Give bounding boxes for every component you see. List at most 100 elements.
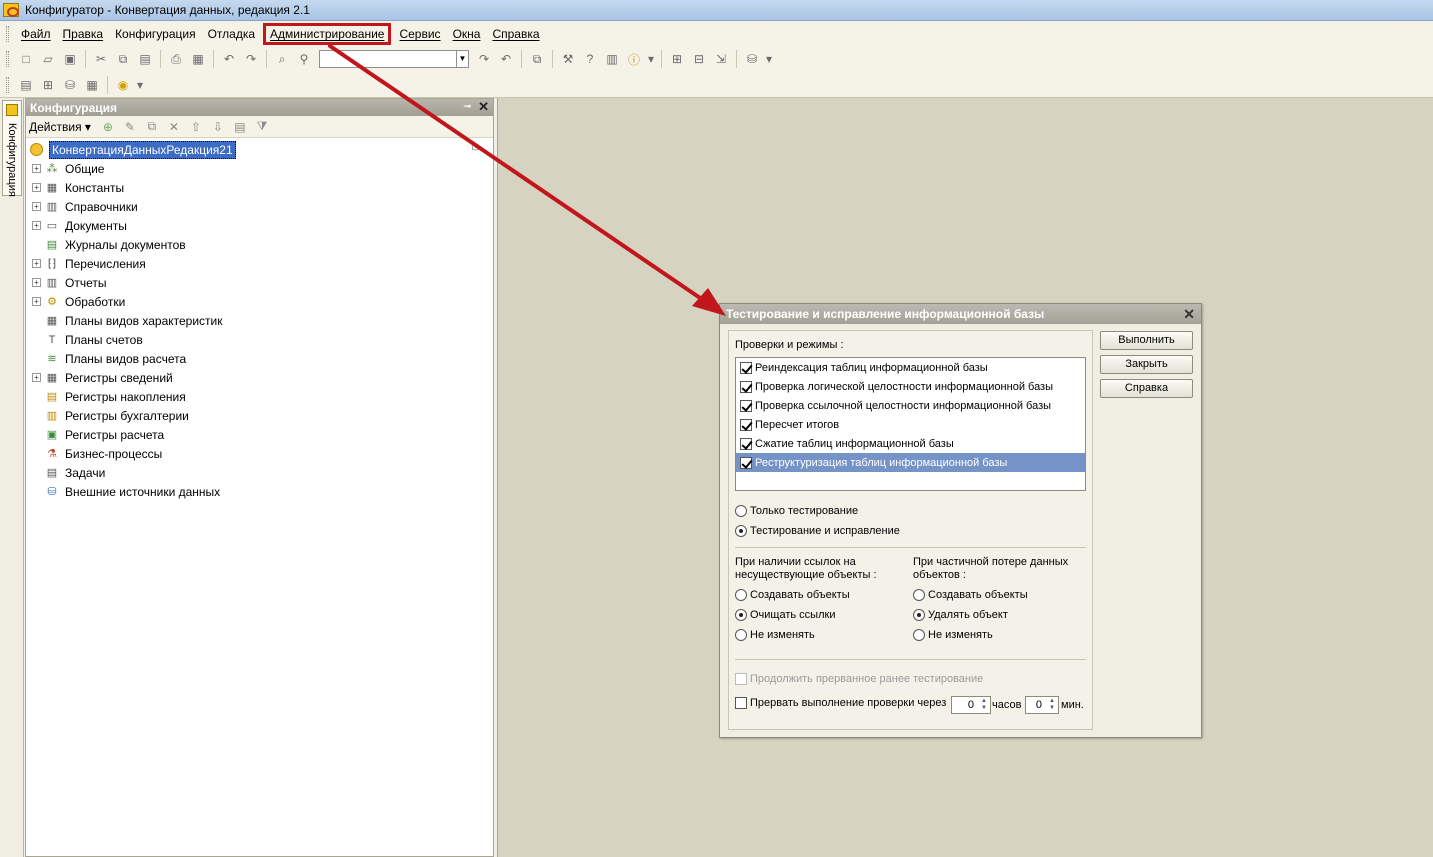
check-compress[interactable]: Сжатие таблиц информационной базы	[736, 434, 1085, 453]
checkbox[interactable]	[735, 697, 747, 709]
compare-icon[interactable]: ⊞	[668, 50, 686, 68]
radio-button[interactable]	[913, 609, 925, 621]
delete-icon[interactable]: ✕	[166, 119, 182, 135]
run-button[interactable]: Выполнить	[1100, 331, 1193, 350]
radio-button[interactable]	[735, 589, 747, 601]
tree-item-enums[interactable]: + ⁅⁆ Перечисления	[26, 254, 493, 273]
dropdown-arrow-icon[interactable]: ▾	[136, 76, 144, 94]
merge-icon[interactable]: ⊟	[690, 50, 708, 68]
paste-icon[interactable]: ▤	[136, 50, 154, 68]
menu-edit[interactable]: Правка	[57, 24, 110, 44]
find-next-icon[interactable]: ↷	[475, 50, 493, 68]
check-ref-integrity[interactable]: Проверка ссылочной целостности информаци…	[736, 396, 1085, 415]
dropdown-arrow-icon[interactable]: ▾	[765, 50, 773, 68]
expand-icon[interactable]: +	[32, 373, 41, 382]
copy-icon[interactable]: ⧉	[114, 50, 132, 68]
open-config-icon[interactable]: ▤	[17, 76, 35, 94]
check-restructure[interactable]: Реструктуризация таблиц информационной б…	[736, 453, 1085, 472]
tree-item-calc-types[interactable]: ≋ Планы видов расчета	[26, 349, 493, 368]
tree-item-business-processes[interactable]: ⚗ Бизнес-процессы	[26, 444, 493, 463]
checkbox[interactable]	[740, 399, 752, 412]
menu-configuration[interactable]: Конфигурация	[109, 24, 202, 44]
checkbox[interactable]	[740, 456, 752, 469]
tree-item-info-registers[interactable]: + ▦ Регистры сведений	[26, 368, 493, 387]
sort-icon[interactable]: ▤	[232, 119, 248, 135]
print-icon[interactable]: ⎙	[167, 50, 185, 68]
menu-help[interactable]: Справка	[486, 24, 545, 44]
save-icon[interactable]: ▣	[61, 50, 79, 68]
check-interrupt[interactable]: Прервать выполнение проверки через	[735, 697, 946, 709]
expand-icon[interactable]: +	[32, 202, 41, 211]
preview-icon[interactable]: ▦	[189, 50, 207, 68]
check-logical-integrity[interactable]: Проверка логической целостности информац…	[736, 377, 1085, 396]
info-icon[interactable]: ⓘ	[625, 50, 643, 68]
close-icon[interactable]: ✕	[1183, 306, 1195, 323]
tree-item-accum-registers[interactable]: ▤ Регистры накопления	[26, 387, 493, 406]
cut-icon[interactable]: ✂	[92, 50, 110, 68]
tree-item-reports[interactable]: + ▥ Отчеты	[26, 273, 493, 292]
check-recalc-totals[interactable]: Пересчет итогов	[736, 415, 1085, 434]
side-tab-configuration[interactable]: Конфигурация	[2, 100, 22, 197]
search-combo[interactable]: ▼	[319, 50, 469, 68]
radio-button[interactable]	[735, 629, 747, 641]
radio-test-only[interactable]: Только тестирование	[735, 505, 858, 517]
checkbox[interactable]	[740, 380, 752, 393]
redo-icon[interactable]: ↷	[242, 50, 260, 68]
tree-item-acc-registers[interactable]: ▥ Регистры бухгалтерии	[26, 406, 493, 425]
syntax-helper-icon[interactable]: ?	[581, 50, 599, 68]
tree-item-processors[interactable]: + ⚙ Обработки	[26, 292, 493, 311]
expand-icon[interactable]: +	[32, 221, 41, 230]
hours-stepper[interactable]: 0 ▲ ▼	[951, 696, 991, 714]
tree-item-calc-registers[interactable]: ▣ Регистры расчета	[26, 425, 493, 444]
database-icon[interactable]: ⛁	[743, 50, 761, 68]
search-icon[interactable]: ⚲	[295, 50, 313, 68]
tree-item-common[interactable]: + ⁂ Общие	[26, 159, 493, 178]
update-icon[interactable]: ⇲	[712, 50, 730, 68]
find-prev-icon[interactable]: ↶	[497, 50, 515, 68]
radio-refs-create[interactable]: Создавать объекты	[735, 589, 850, 601]
checkbox[interactable]	[740, 418, 752, 431]
chevron-down-icon[interactable]: ▼	[456, 51, 468, 67]
radio-button[interactable]	[913, 589, 925, 601]
menu-file[interactable]: Файл	[15, 24, 57, 44]
pin-icon[interactable]: ⊸	[463, 101, 471, 112]
copy-icon[interactable]: ⧉	[144, 119, 160, 135]
tree-item-tasks[interactable]: ▤ Задачи	[26, 463, 493, 482]
expand-icon[interactable]: +	[32, 278, 41, 287]
expand-icon[interactable]: +	[32, 297, 41, 306]
undo-icon[interactable]: ↶	[220, 50, 238, 68]
checkbox[interactable]	[740, 361, 752, 374]
table-icon[interactable]: ▦	[83, 76, 101, 94]
help-button[interactable]: Справка	[1100, 379, 1193, 398]
radio-refs-keep[interactable]: Не изменять	[735, 629, 815, 641]
spin-arrows-icon[interactable]: ▲ ▼	[1047, 698, 1057, 712]
add-icon[interactable]: ⊕	[100, 119, 116, 135]
radio-button[interactable]	[913, 629, 925, 641]
menu-service[interactable]: Сервис	[393, 24, 446, 44]
tree-item-journals[interactable]: ▤ Журналы документов	[26, 235, 493, 254]
checkbox[interactable]	[740, 437, 752, 450]
move-down-icon[interactable]: ⇩	[210, 119, 226, 135]
windows-icon[interactable]: ⧉	[528, 50, 546, 68]
find-in-files-icon[interactable]: ⌕	[273, 50, 291, 68]
help-book-icon[interactable]: ▥	[603, 50, 621, 68]
tree-item-chart-characteristics[interactable]: ▦ Планы видов характеристик	[26, 311, 493, 330]
radio-refs-clear[interactable]: Очищать ссылки	[735, 609, 835, 621]
actions-menu[interactable]: Действия ▾	[29, 120, 91, 134]
move-up-icon[interactable]: ⇧	[188, 119, 204, 135]
radio-test-fix[interactable]: Тестирование и исправление	[735, 525, 900, 537]
minutes-stepper[interactable]: 0 ▲ ▼	[1025, 696, 1059, 714]
config-tree-icon[interactable]: ⊞	[39, 76, 57, 94]
close-button[interactable]: Закрыть	[1100, 355, 1193, 374]
radio-loss-delete[interactable]: Удалять объект	[913, 609, 1008, 621]
radio-button[interactable]	[735, 525, 747, 537]
radio-loss-keep[interactable]: Не изменять	[913, 629, 993, 641]
run-debug-icon[interactable]: ◉	[114, 76, 132, 94]
new-icon[interactable]: □	[17, 50, 35, 68]
menu-administration[interactable]: Администрирование	[263, 23, 392, 45]
tree-item-external-sources[interactable]: ⛁ Внешние источники данных	[26, 482, 493, 501]
db-config-icon[interactable]: ⛁	[61, 76, 79, 94]
open-icon[interactable]: ▱	[39, 50, 57, 68]
tree-root[interactable]: КонвертацияДанныхРедакция21 ⊡	[26, 140, 493, 159]
check-reindex[interactable]: Реиндексация таблиц информационной базы	[736, 358, 1085, 377]
